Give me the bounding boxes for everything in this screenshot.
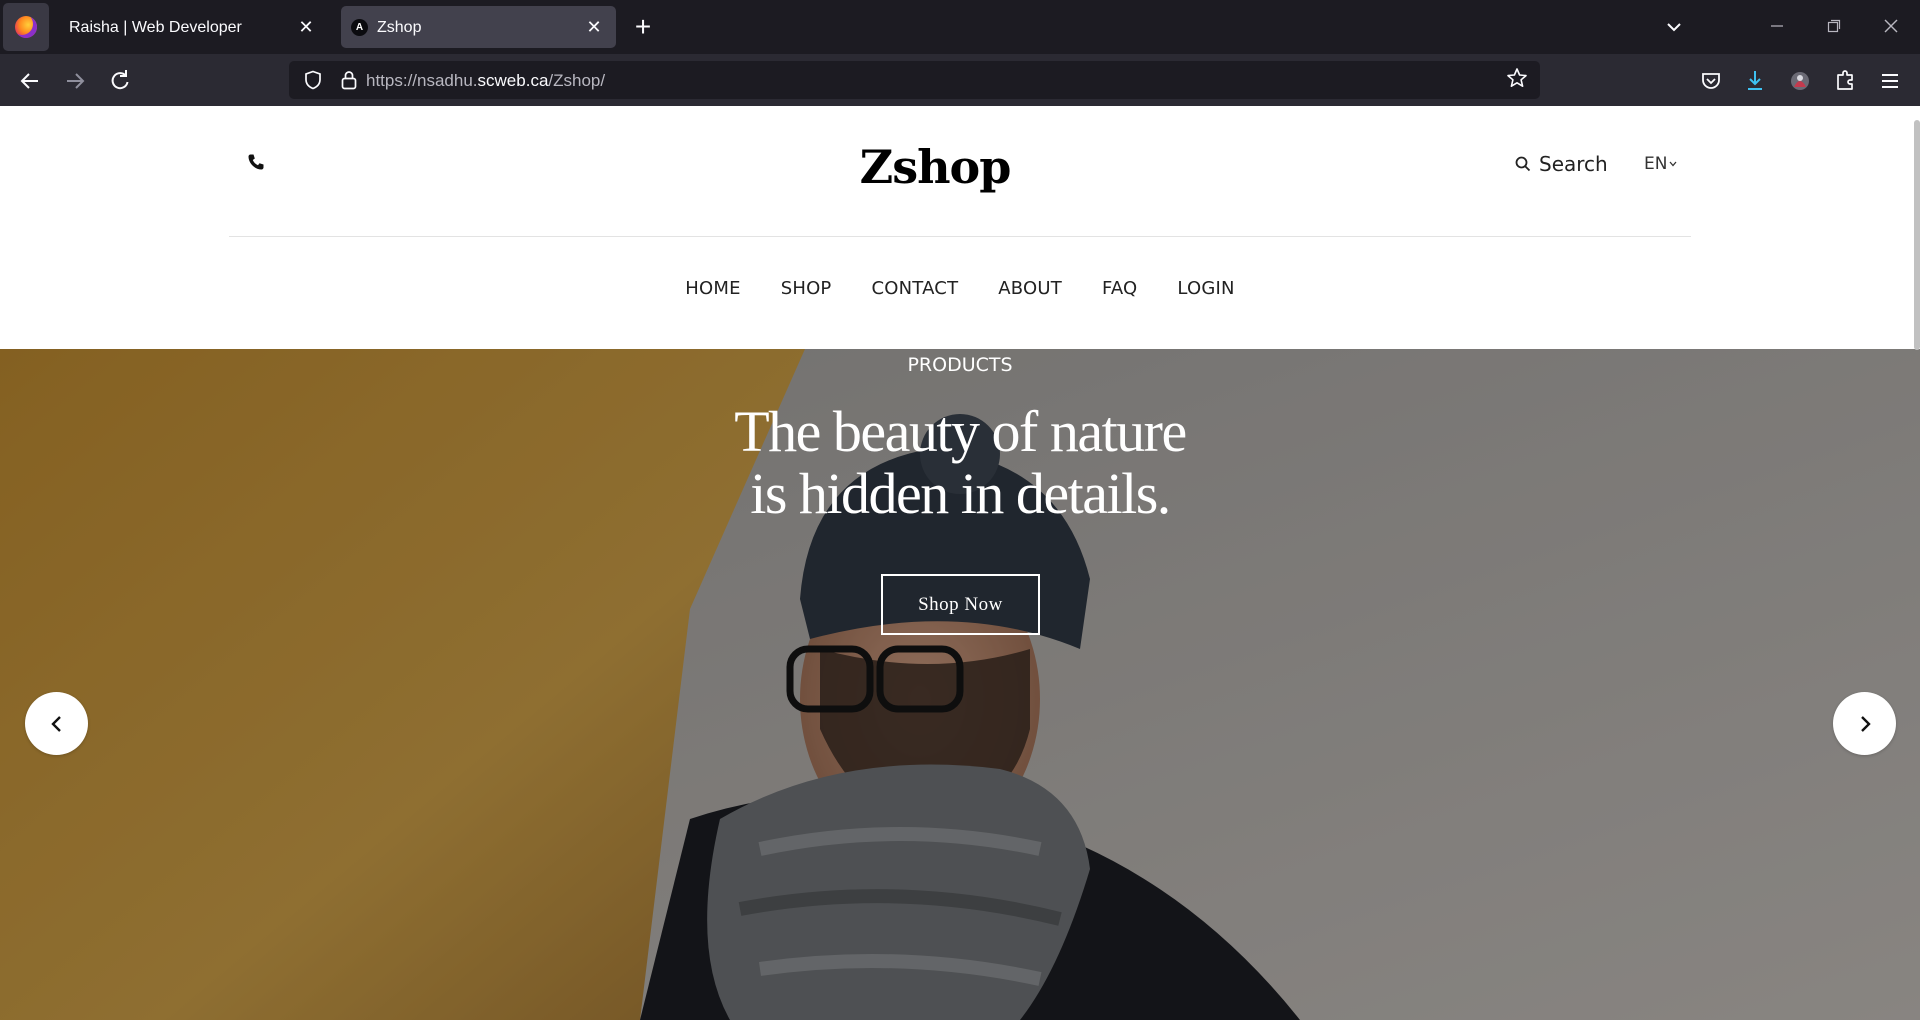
forward-button[interactable] — [60, 66, 90, 96]
minimize-icon — [1771, 25, 1783, 27]
pocket-icon — [1702, 73, 1720, 89]
slider-prev-button[interactable] — [25, 692, 88, 755]
site-header: Zshop Search EN HOME SHOP CONTACT ABOUT … — [0, 106, 1920, 349]
back-button[interactable] — [15, 66, 45, 96]
tab-zshop[interactable]: A Zshop ✕ — [341, 6, 616, 48]
reload-icon — [111, 70, 129, 90]
arrow-right-icon — [67, 73, 85, 89]
lock-icon[interactable] — [339, 69, 359, 91]
search-label: Search — [1539, 152, 1608, 176]
avatar-icon — [1791, 72, 1809, 90]
tracking-protection-shield-icon[interactable] — [303, 70, 323, 90]
bookmark-star-button[interactable] — [1504, 67, 1530, 93]
star-icon — [1507, 68, 1527, 88]
account-button[interactable] — [1785, 66, 1815, 96]
search-icon — [1515, 156, 1531, 172]
menu-item-login[interactable]: LOGIN — [1177, 278, 1234, 299]
puzzle-icon — [1837, 70, 1853, 90]
extensions-button[interactable] — [1830, 66, 1860, 96]
tab-title: Raisha | Web Developer — [69, 19, 242, 36]
hero-title-line-2: is hidden in details. — [750, 461, 1171, 526]
url-prefix: https://nsadhu. — [366, 71, 478, 90]
menu-item-home[interactable]: HOME — [685, 278, 740, 299]
hero-slider: PRODUCTS The beauty of nature is hidden … — [0, 349, 1920, 1020]
language-selector[interactable]: EN — [1644, 154, 1678, 174]
navigation-toolbar: https://nsadhu.scweb.ca/Zshop/ — [0, 54, 1920, 106]
search-button[interactable]: Search — [1515, 152, 1608, 176]
tab-raisha[interactable]: Raisha | Web Developer ✕ — [54, 6, 328, 48]
zshop-favicon-icon: A — [351, 19, 368, 36]
download-icon — [1748, 71, 1762, 90]
main-menu: HOME SHOP CONTACT ABOUT FAQ LOGIN — [0, 278, 1920, 299]
arrow-left-icon — [20, 73, 38, 89]
app-menu-button[interactable] — [1875, 66, 1905, 96]
shop-now-button[interactable]: Shop Now — [881, 574, 1040, 635]
chevron-right-icon — [1860, 715, 1871, 732]
menu-item-shop[interactable]: SHOP — [781, 278, 832, 299]
url-path: /Zshop/ — [548, 71, 606, 90]
tab-bar: Raisha | Web Developer ✕ A Zshop ✕ + — [0, 0, 1920, 54]
restore-button[interactable] — [1820, 12, 1848, 40]
hero-kicker: PRODUCTS — [907, 354, 1013, 376]
close-tab-icon[interactable]: ✕ — [582, 15, 606, 39]
close-window-button[interactable] — [1877, 12, 1905, 40]
chevron-down-icon — [1669, 161, 1677, 167]
pocket-button[interactable] — [1696, 66, 1726, 96]
firefox-view-button[interactable] — [3, 3, 49, 51]
language-label: EN — [1644, 154, 1668, 174]
hero-title-line-1: The beauty of nature — [734, 399, 1187, 464]
reload-button[interactable] — [105, 66, 135, 96]
header-divider — [229, 236, 1691, 237]
restore-icon — [1827, 19, 1841, 33]
url-host: scweb.ca — [477, 71, 549, 90]
new-tab-button[interactable]: + — [628, 10, 658, 44]
close-icon — [1884, 19, 1898, 33]
tab-title: Zshop — [377, 19, 422, 36]
menu-item-about[interactable]: ABOUT — [998, 278, 1062, 299]
chevron-down-icon — [1667, 23, 1681, 32]
web-page: Zshop Search EN HOME SHOP CONTACT ABOUT … — [0, 106, 1920, 1020]
firefox-icon — [15, 16, 37, 38]
hero-title: The beauty of nature is hidden in detail… — [0, 401, 1920, 525]
url-text[interactable]: https://nsadhu.scweb.ca/Zshop/ — [366, 71, 605, 91]
minimize-button[interactable] — [1763, 12, 1791, 40]
downloads-button[interactable] — [1740, 66, 1770, 96]
menu-item-faq[interactable]: FAQ — [1102, 278, 1137, 299]
address-bar[interactable]: https://nsadhu.scweb.ca/Zshop/ — [289, 61, 1540, 99]
list-all-tabs-button[interactable] — [1660, 14, 1688, 40]
menu-item-contact[interactable]: CONTACT — [872, 278, 959, 299]
close-tab-icon[interactable]: ✕ — [294, 15, 318, 39]
slider-next-button[interactable] — [1833, 692, 1896, 755]
hamburger-menu-icon — [1882, 74, 1898, 88]
chevron-left-icon — [50, 715, 61, 732]
page-scrollbar[interactable] — [1914, 120, 1920, 350]
